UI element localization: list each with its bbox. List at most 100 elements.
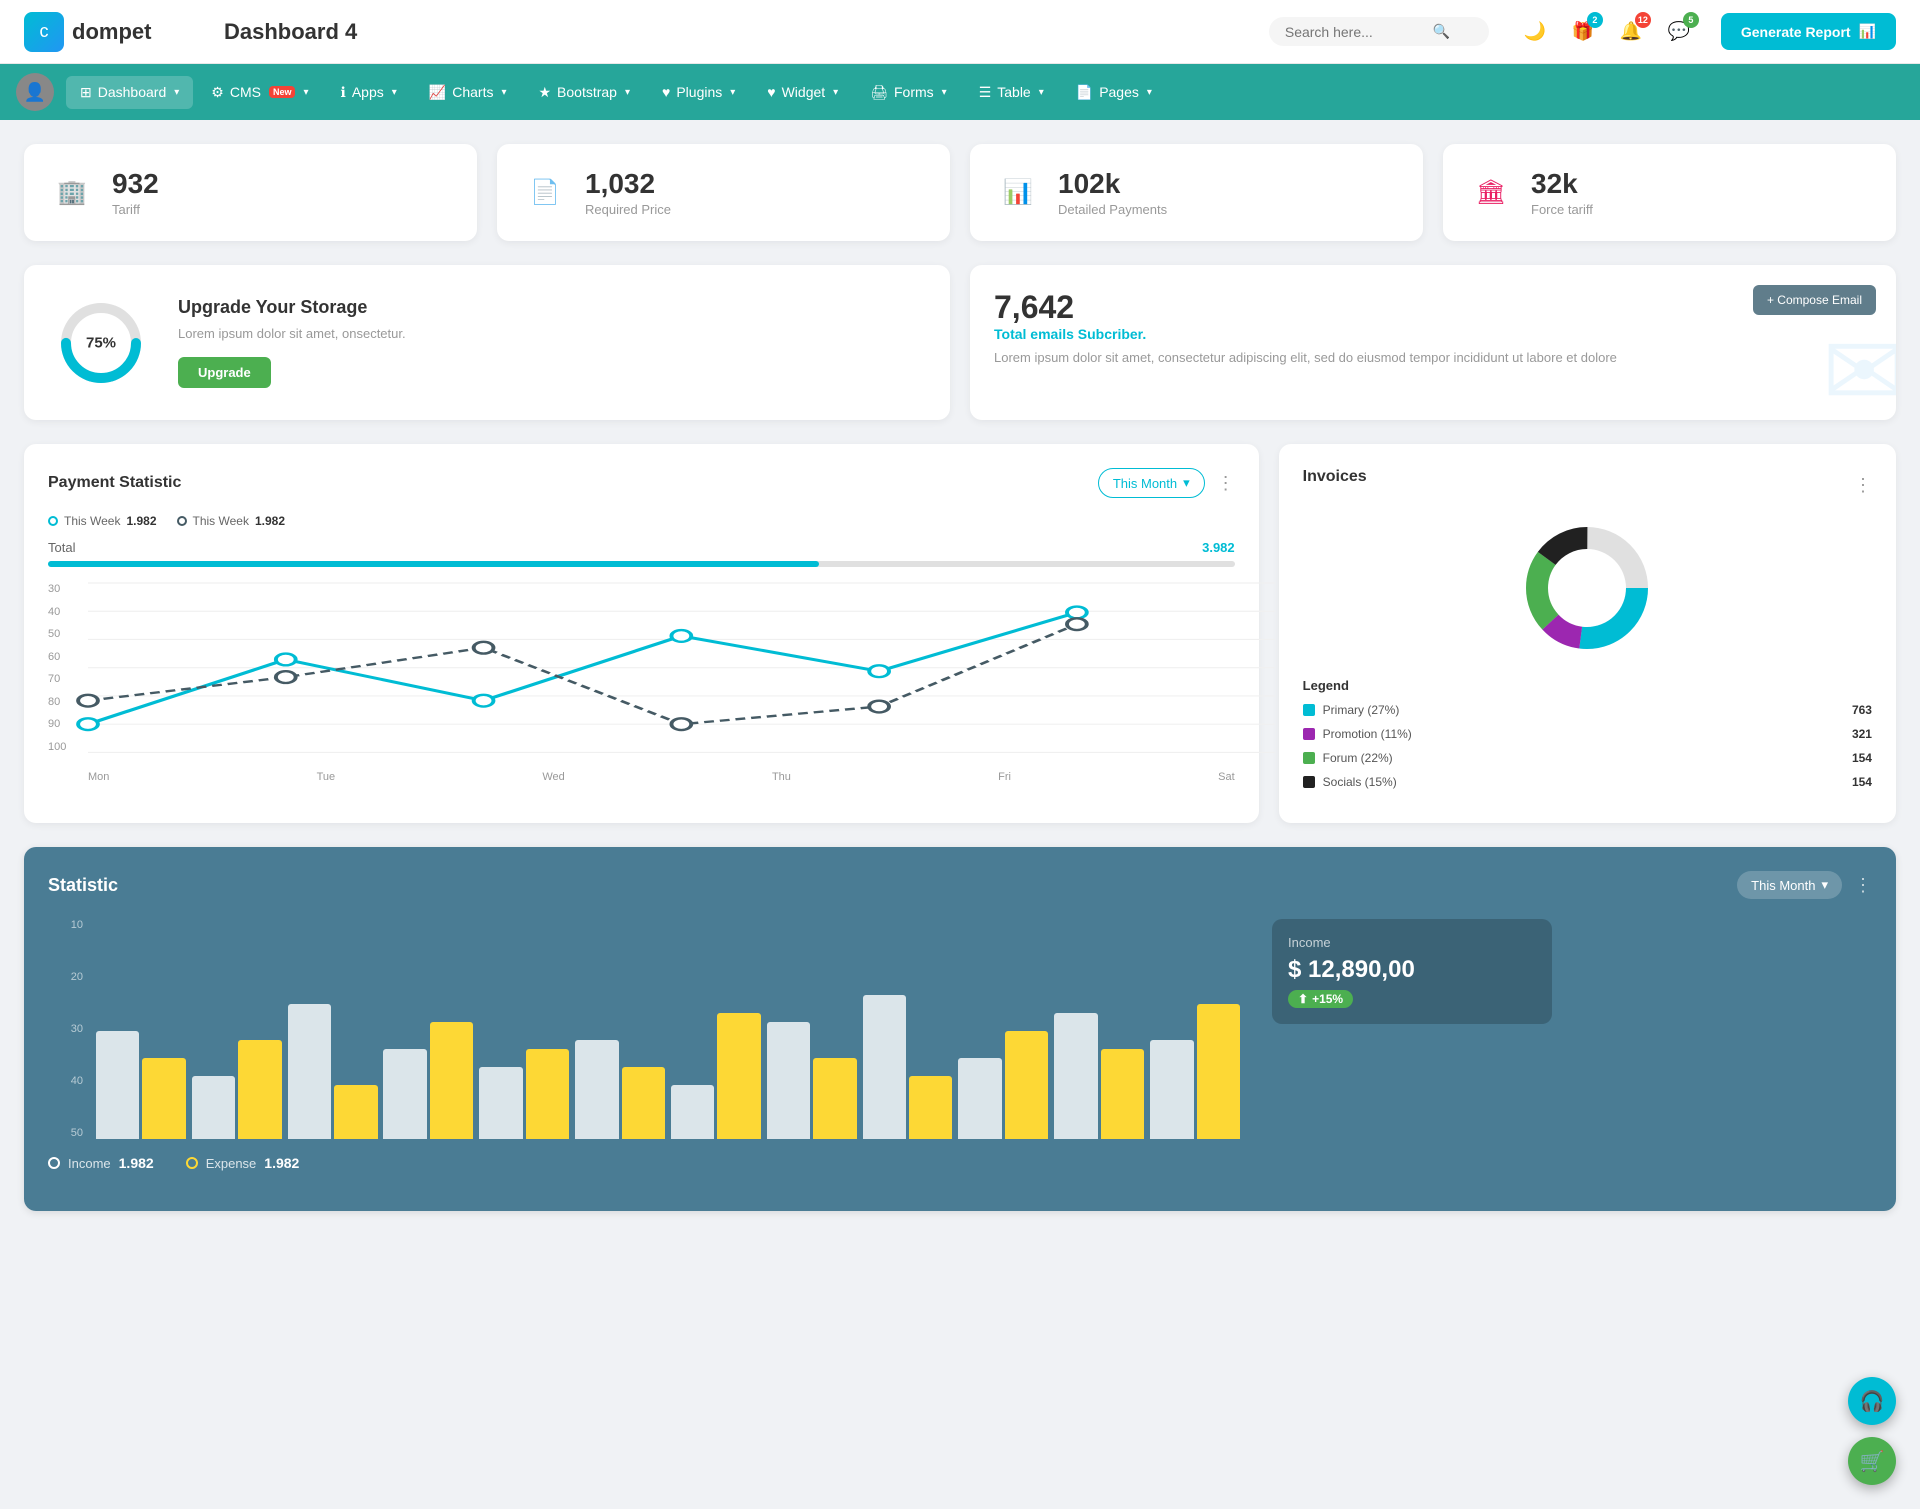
bar-group	[96, 1031, 186, 1139]
nav-label-pages: Pages	[1099, 84, 1139, 100]
chevron-down-icon-pages: ▾	[1147, 87, 1152, 98]
logo: c dompet	[24, 12, 184, 52]
bootstrap-icon: ★	[538, 84, 551, 101]
bar-yellow	[334, 1085, 377, 1139]
header: c dompet Dashboard 4 🔍 🌙 🎁 2 🔔 12 💬 5 Ge…	[0, 0, 1920, 64]
nav-item-widget[interactable]: ♥ Widget ▾	[753, 76, 852, 108]
promotion-legend-label: Promotion (11%)	[1303, 727, 1412, 741]
nav-avatar: 👤	[16, 73, 54, 111]
total-row: Total 3.982	[48, 540, 1235, 555]
header-icons: 🌙 🎁 2 🔔 12 💬 5	[1517, 14, 1697, 50]
bar-chart-area: 50 40 30 20 10	[48, 919, 1248, 1139]
bar-group	[671, 1013, 761, 1139]
fab-shop-button[interactable]: 🛒	[1848, 1437, 1896, 1485]
main-content: 🏢 932 Tariff 📄 1,032 Required Price 📊 10…	[0, 120, 1920, 1235]
nav-item-pages[interactable]: 📄 Pages ▾	[1062, 76, 1166, 109]
chat-icon[interactable]: 💬 5	[1661, 14, 1697, 50]
search-input[interactable]	[1285, 24, 1425, 40]
email-desc: Lorem ipsum dolor sit amet, consectetur …	[994, 350, 1872, 365]
bar-white	[479, 1067, 522, 1139]
chart-legend: This Week 1.982 This Week 1.982	[48, 514, 1235, 528]
statistic-body: 50 40 30 20 10 Income 1.982	[48, 919, 1872, 1187]
nav-item-plugins[interactable]: ♥ Plugins ▾	[648, 76, 749, 108]
page-title: Dashboard 4	[224, 19, 1253, 45]
storage-desc: Lorem ipsum dolor sit amet, onsectetur.	[178, 326, 406, 341]
gift-icon[interactable]: 🎁 2	[1565, 14, 1601, 50]
force-icon: 🏛	[1467, 169, 1515, 217]
bar-yellow	[526, 1049, 569, 1139]
tariff-number: 932	[112, 168, 159, 200]
statistic-this-month-button[interactable]: This Month ▾	[1737, 871, 1842, 899]
widget-icon: ♥	[767, 84, 775, 100]
fab-headset-button[interactable]: 🎧	[1848, 1377, 1896, 1425]
progress-bar-fill	[48, 561, 819, 567]
legend-title: Legend	[1303, 678, 1872, 693]
nav-item-dashboard[interactable]: ⊞ Dashboard ▾	[66, 76, 193, 109]
tariff-icon: 🏢	[48, 169, 96, 217]
search-icon: 🔍	[1433, 23, 1450, 40]
chevron-down-icon-forms: ▾	[942, 87, 947, 98]
bar-yellow	[909, 1076, 952, 1139]
income-legend-dot	[48, 1157, 60, 1169]
upgrade-button[interactable]: Upgrade	[178, 357, 271, 388]
nav-item-forms[interactable]: 🖨 Forms ▾	[856, 76, 960, 109]
logo-icon: c	[24, 12, 64, 52]
bar-chart-bars	[88, 919, 1248, 1139]
chevron-down-icon-table: ▾	[1039, 87, 1044, 98]
legend-row-socials: Socials (15%) 154	[1303, 775, 1872, 789]
price-label: Required Price	[585, 202, 671, 217]
socials-legend-label: Socials (15%)	[1303, 775, 1397, 789]
bar-yellow	[142, 1058, 185, 1139]
bar-yellow	[1197, 1004, 1240, 1139]
invoices-legend-list: Legend Primary (27%) 763 Promotion (11%)…	[1303, 678, 1872, 789]
more-options-icon[interactable]: ⋮	[1217, 474, 1235, 492]
moon-toggle[interactable]: 🌙	[1517, 14, 1553, 50]
price-number: 1,032	[585, 168, 671, 200]
bell-icon[interactable]: 🔔 12	[1613, 14, 1649, 50]
new-badge: New	[269, 86, 296, 98]
statistic-more-icon[interactable]: ⋮	[1854, 876, 1872, 894]
expense-legend-value: 1.982	[264, 1155, 299, 1171]
legend-item-1: This Week 1.982	[48, 514, 157, 528]
nav: 👤 ⊞ Dashboard ▾ ⚙ CMS New ▾ ℹ Apps ▾ 📈 C…	[0, 64, 1920, 120]
nav-item-charts[interactable]: 📈 Charts ▾	[415, 76, 521, 109]
bar-group	[383, 1022, 473, 1139]
nav-item-bootstrap[interactable]: ★ Bootstrap ▾	[524, 76, 644, 109]
bar-white	[863, 995, 906, 1139]
income-legend-item: Income 1.982	[48, 1155, 154, 1171]
stat-card-payments: 📊 102k Detailed Payments	[970, 144, 1423, 241]
this-month-button[interactable]: This Month ▾	[1098, 468, 1205, 498]
bar-white	[288, 1004, 331, 1139]
income-section: Income $ 12,890,00 ⬆ +15%	[1272, 919, 1872, 1187]
nav-item-cms[interactable]: ⚙ CMS New ▾	[197, 76, 322, 109]
bell-badge: 12	[1635, 12, 1651, 28]
stat-cards-row: 🏢 932 Tariff 📄 1,032 Required Price 📊 10…	[24, 144, 1896, 241]
chevron-down-icon-statistic: ▾	[1821, 877, 1828, 893]
legend-row-primary: Primary (27%) 763	[1303, 703, 1872, 717]
nav-item-table[interactable]: ☰ Table ▾	[965, 76, 1058, 109]
payments-icon: 📊	[994, 169, 1042, 217]
x-axis-labels: Mon Tue Wed Thu Fri Sat	[88, 771, 1235, 783]
nav-label-widget: Widget	[782, 84, 826, 100]
chat-badge: 5	[1683, 12, 1699, 28]
bar-chart-y-axis: 50 40 30 20 10	[48, 919, 83, 1139]
bar-yellow	[238, 1040, 281, 1139]
payment-statistic-card: Payment Statistic This Month ▾ ⋮ This We…	[24, 444, 1259, 823]
nav-item-apps[interactable]: ℹ Apps ▾	[327, 76, 411, 109]
stat-card-tariff: 🏢 932 Tariff	[24, 144, 477, 241]
email-subtitle: Total emails Subcriber.	[994, 326, 1872, 342]
bar-chart-container: 50 40 30 20 10 Income 1.982	[48, 919, 1248, 1187]
statistic-card: Statistic This Month ▾ ⋮ 50 40 30 20	[24, 847, 1896, 1211]
expense-legend-dot	[186, 1157, 198, 1169]
chevron-down-icon-month: ▾	[1183, 475, 1190, 491]
compose-email-button[interactable]: + Compose Email	[1753, 285, 1876, 315]
forum-legend-label: Forum (22%)	[1303, 751, 1393, 765]
bar-white	[1150, 1040, 1193, 1139]
invoices-more-icon[interactable]: ⋮	[1854, 476, 1872, 494]
line-chart-area: 100 90 80 70 60 50 40 30	[48, 583, 1235, 783]
generate-report-button[interactable]: Generate Report 📊	[1721, 13, 1896, 50]
nav-label-forms: Forms	[894, 84, 934, 100]
bar-group	[479, 1049, 569, 1139]
stat-card-price: 📄 1,032 Required Price	[497, 144, 950, 241]
charts-row: Payment Statistic This Month ▾ ⋮ This We…	[24, 444, 1896, 823]
